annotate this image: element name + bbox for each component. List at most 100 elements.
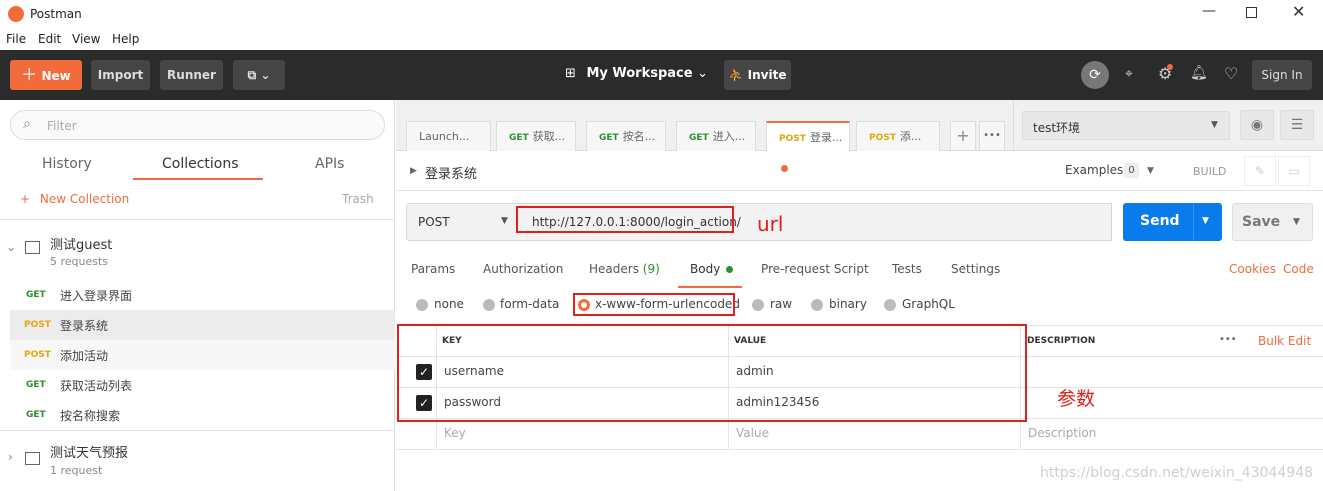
column-description: DESCRIPTION [1027, 336, 1096, 346]
request-tab-0[interactable]: Launch... [406, 121, 491, 151]
tab-apis[interactable]: APIs [315, 156, 344, 172]
request-item-1[interactable]: POST 登录系统 [10, 310, 395, 340]
radio-binary[interactable] [811, 299, 823, 311]
save-button[interactable]: Save ▼ [1232, 203, 1313, 241]
method-select[interactable]: POST ▼ [406, 203, 516, 241]
close-icon[interactable]: ✕ [1292, 2, 1305, 21]
collection-name: 测试guest [50, 238, 113, 253]
collection-item[interactable]: › 测试天气预报 1 request [0, 432, 395, 488]
build-label[interactable]: BUILD [1193, 165, 1226, 178]
watermark: https://blog.csdn.net/weixin_43044948 [1040, 465, 1314, 481]
radio-form-data[interactable] [483, 299, 495, 311]
radio-none[interactable] [416, 299, 428, 311]
more-options-icon[interactable]: ••• [1219, 334, 1237, 345]
menu-help[interactable]: Help [112, 32, 139, 46]
tab-settings[interactable]: Settings [951, 262, 1000, 276]
menu-file[interactable]: File [6, 32, 26, 46]
bell-icon[interactable]: 🔔︎ [1190, 65, 1208, 81]
notification-dot [1167, 64, 1173, 70]
request-tab-1[interactable]: GET 获取... [496, 121, 576, 151]
examples-count: 0 [1124, 163, 1139, 178]
add-tab-button[interactable]: + [950, 121, 976, 151]
tab-tests[interactable]: Tests [892, 262, 922, 276]
request-item-3[interactable]: GET 获取活动列表 [10, 370, 395, 400]
bulk-edit-link[interactable]: Bulk Edit [1258, 334, 1311, 348]
comment-icon[interactable]: ▭ [1278, 156, 1310, 186]
maximize-icon[interactable] [1246, 7, 1257, 18]
radio-raw[interactable] [752, 299, 764, 311]
new-key-placeholder[interactable]: Key [444, 426, 466, 440]
chevron-right-icon: › [8, 450, 13, 464]
new-collection-link[interactable]: + New Collection [20, 192, 129, 206]
code-link[interactable]: Code [1283, 262, 1314, 276]
heart-icon[interactable]: ♡ [1224, 64, 1238, 83]
send-divider [1193, 203, 1194, 241]
env-settings-button[interactable]: ☰ [1280, 110, 1314, 140]
radio-graphql-label: GraphQL [902, 297, 955, 311]
send-button[interactable]: Send ▼ [1123, 203, 1222, 241]
invite-button[interactable]: ⛹ Invite [724, 60, 791, 90]
table-line [396, 449, 1323, 450]
tab-headers[interactable]: Headers (9) [589, 262, 660, 276]
tab-prerequest[interactable]: Pre-request Script [761, 262, 869, 276]
new-description-placeholder[interactable]: Description [1028, 426, 1096, 440]
request-item-4[interactable]: GET 按名称搜索 [10, 400, 395, 430]
filter-input[interactable]: ⌕ Filter [10, 110, 385, 140]
caret-down-icon: ▼ [501, 216, 508, 226]
collection-item[interactable]: ⌄ 测试guest 5 requests [0, 220, 395, 278]
request-item-0[interactable]: GET 进入登录界面 [10, 280, 395, 310]
caret-down-icon: ▼ [1293, 217, 1300, 227]
workspace-switcher[interactable]: ⊞ My Workspace ⌄ [565, 66, 708, 81]
tab-body[interactable]: Body [690, 262, 734, 276]
request-tab-4-active[interactable]: POST 登录... [766, 121, 850, 172]
signin-button[interactable]: Sign In [1252, 60, 1312, 90]
tab-authorization[interactable]: Authorization [483, 262, 563, 276]
sync-icon[interactable]: ⟳ [1081, 61, 1109, 89]
search-icon: ⌕ [23, 116, 31, 132]
request-tab-2[interactable]: GET 按名... [586, 121, 666, 151]
caret-down-icon: ▼ [1211, 120, 1218, 130]
request-tab-5[interactable]: POST 添... [856, 121, 940, 151]
collection-count: 5 requests [50, 255, 109, 268]
unsaved-dot [781, 165, 788, 172]
params-annotation-box [397, 324, 1027, 422]
chevron-down-icon: ⌄ [6, 240, 17, 254]
new-value-placeholder[interactable]: Value [736, 426, 769, 440]
cookies-link[interactable]: Cookies [1229, 262, 1276, 276]
trash-link[interactable]: Trash [342, 192, 374, 206]
body-type-annotation-box [573, 293, 735, 316]
tab-body-underline [678, 286, 742, 288]
new-button[interactable]: ＋ New [10, 60, 82, 90]
tab-collections[interactable]: Collections [162, 156, 239, 172]
edit-icon[interactable]: ✎ [1244, 156, 1276, 186]
menu-view[interactable]: View [72, 32, 100, 46]
divider [396, 190, 1323, 191]
tab-history[interactable]: History [42, 156, 92, 172]
postman-logo-icon [8, 6, 24, 22]
sidebar: ⌕ Filter History Collections APIs + New … [0, 100, 395, 491]
runner-button[interactable]: Runner [160, 60, 223, 90]
environment-select[interactable]: test环境 ▼ [1022, 111, 1230, 140]
chevron-down-icon: ⌄ [697, 66, 709, 81]
tab-params[interactable]: Params [411, 262, 455, 276]
request-item-2[interactable]: POST 添加活动 [10, 340, 395, 370]
collection-name: 测试天气预报 [50, 446, 129, 461]
more-tabs-button[interactable]: ••• [979, 121, 1005, 151]
caret-down-icon[interactable]: ▼ [1147, 166, 1154, 176]
import-button[interactable]: Import [91, 60, 150, 90]
eye-button[interactable]: ◉ [1240, 110, 1274, 140]
menu-edit[interactable]: Edit [38, 32, 61, 46]
new-window-button[interactable]: ⧉ ⌄ [233, 60, 285, 90]
active-dot [726, 266, 734, 273]
minimize-icon[interactable]: — [1202, 3, 1216, 19]
radio-graphql[interactable] [884, 299, 896, 311]
examples-label[interactable]: Examples [1065, 163, 1123, 177]
app-header: ＋ New Import Runner ⧉ ⌄ ⊞ My Workspace ⌄… [0, 50, 1323, 100]
collection-count: 1 request [50, 464, 103, 477]
url-annotation-box [516, 206, 734, 233]
plus-icon: + [20, 192, 31, 206]
caret-right-icon[interactable]: ▶ [410, 166, 417, 176]
request-tab-3[interactable]: GET 进入... [676, 121, 756, 151]
folder-icon [25, 241, 40, 254]
satellite-icon[interactable]: ⌖ [1125, 66, 1133, 82]
